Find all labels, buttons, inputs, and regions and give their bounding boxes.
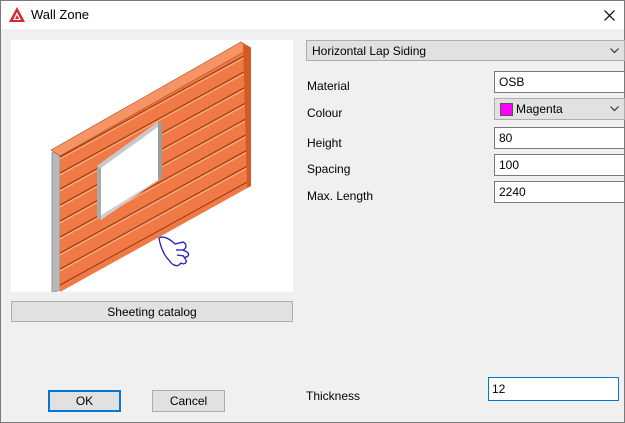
colour-label: Colour xyxy=(307,106,343,120)
thickness-label: Thickness xyxy=(306,389,361,403)
thickness-field[interactable]: 12 xyxy=(488,377,619,401)
height-field[interactable]: 80 xyxy=(494,127,625,149)
material-value: OSB xyxy=(499,75,525,89)
close-button[interactable] xyxy=(594,1,624,29)
spacing-field[interactable]: 100 xyxy=(494,154,625,176)
pointing-hand-icon xyxy=(158,236,190,267)
colour-value: Magenta xyxy=(516,102,563,116)
max-length-field[interactable]: 2240 xyxy=(494,181,625,203)
cancel-button[interactable]: Cancel xyxy=(152,390,225,412)
close-icon xyxy=(603,9,615,21)
wall-zone-dialog: Wall Zone Sheeting catalog Horizontal La… xyxy=(0,0,625,423)
siding-type-value: Horizontal Lap Siding xyxy=(312,44,427,58)
ok-button[interactable]: OK xyxy=(48,390,121,412)
app-logo-icon xyxy=(9,7,25,22)
wall-preview-image xyxy=(50,41,252,292)
thickness-value: 12 xyxy=(492,382,506,396)
height-label: Height xyxy=(307,136,342,150)
siding-type-select[interactable]: Horizontal Lap Siding xyxy=(306,40,625,61)
colour-swatch xyxy=(500,103,513,116)
chevron-down-icon xyxy=(610,48,619,54)
sheeting-catalog-button[interactable]: Sheeting catalog xyxy=(11,301,293,322)
height-value: 80 xyxy=(499,131,513,145)
spacing-value: 100 xyxy=(499,158,520,172)
colour-select[interactable]: Magenta xyxy=(494,98,625,120)
title-bar[interactable]: Wall Zone xyxy=(1,1,624,29)
max-length-value: 2240 xyxy=(499,185,526,199)
material-field[interactable]: OSB xyxy=(494,71,625,93)
max-length-label: Max. Length xyxy=(307,189,374,203)
material-label: Material xyxy=(307,79,350,93)
wall-preview xyxy=(11,40,293,292)
spacing-label: Spacing xyxy=(307,162,351,176)
window-title: Wall Zone xyxy=(31,7,90,22)
chevron-down-icon xyxy=(610,106,619,112)
